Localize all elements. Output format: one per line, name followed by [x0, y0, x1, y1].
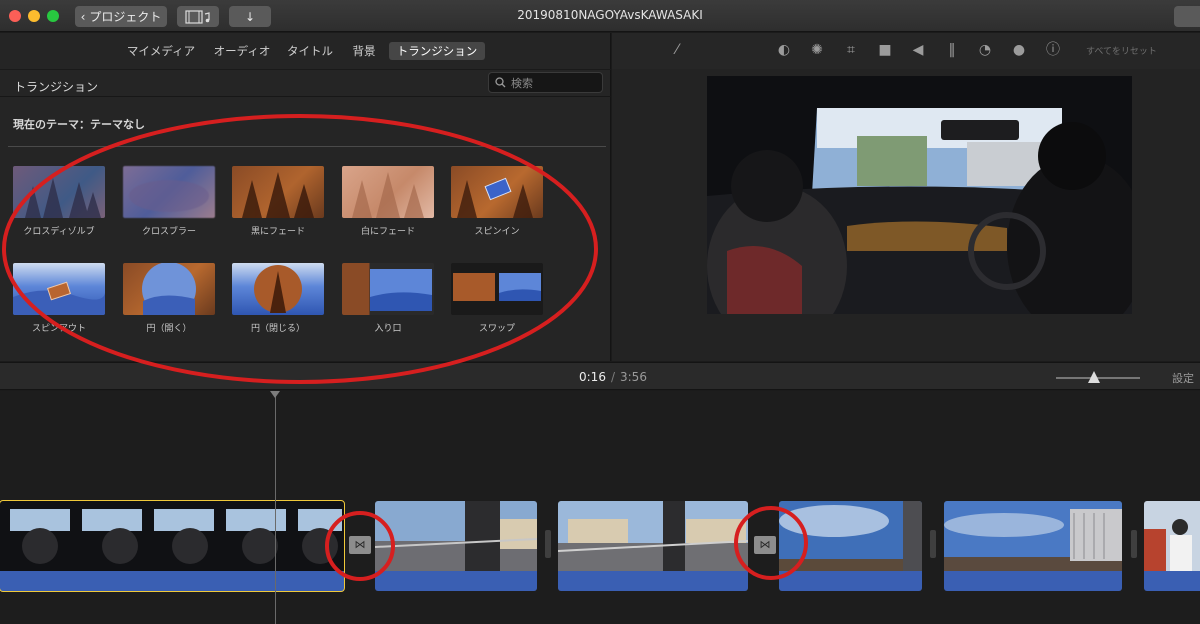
down-arrow-icon: ↓: [244, 9, 256, 24]
panel-title: トランジション: [14, 80, 99, 94]
search-input[interactable]: 検索: [488, 72, 603, 93]
magic-wand-icon[interactable]: ⁄: [668, 41, 686, 59]
timeline-clip-people[interactable]: [1144, 501, 1200, 591]
timeline-clip-sky[interactable]: [779, 501, 922, 591]
clip-video-strip: [944, 501, 1122, 571]
browser-tabs: マイメディア オーディオ タイトル 背景 トランジション: [0, 33, 611, 67]
clip-video-strip: [558, 501, 748, 571]
video-preview[interactable]: [707, 76, 1132, 314]
import-button[interactable]: ↓: [229, 6, 271, 27]
clip-handle[interactable]: [930, 530, 936, 558]
crop-icon[interactable]: ⌗: [842, 41, 860, 59]
bowtie-transition-icon[interactable]: ⋈: [754, 536, 776, 554]
timeline-clip-car-interior[interactable]: [0, 500, 345, 592]
transition-label: 円（開く）: [146, 324, 192, 334]
timeline-clip-stadium-walk[interactable]: [558, 501, 748, 591]
camera-icon[interactable]: ■: [876, 41, 894, 59]
color-balance-icon[interactable]: ◐: [775, 41, 793, 59]
speed-gauge-icon[interactable]: ◔: [976, 41, 994, 59]
transition-thumb-swap[interactable]: [451, 263, 543, 315]
transition-label: スピンアウト: [31, 324, 86, 334]
reset-all-button[interactable]: すべてをリセット: [1086, 44, 1157, 57]
total-duration: 3:56: [620, 370, 647, 384]
back-label: プロジェクト: [89, 10, 162, 24]
transition-label: 白にフェード: [360, 227, 415, 237]
clip-audio-waveform: [944, 571, 1122, 591]
panel-header: トランジション 検索: [0, 69, 611, 97]
clip-video-strip: [375, 501, 537, 571]
title-bar: ‹ プロジェクト ↓ 20190810NAGOYAvsKAWASAKI: [0, 0, 1200, 32]
tab-transitions[interactable]: トランジション: [389, 42, 485, 60]
current-time: 0:16: [579, 370, 606, 384]
close-window-button[interactable]: [9, 10, 21, 22]
bowtie-transition-icon[interactable]: ⋈: [349, 536, 371, 554]
timeline-clip-crowd-stadium[interactable]: [944, 501, 1122, 591]
clip-audio-waveform: [558, 571, 748, 591]
info-icon[interactable]: ⓘ: [1044, 41, 1062, 59]
transition-thumb-circle-open[interactable]: [123, 263, 215, 315]
search-icon: [495, 77, 506, 88]
tab-audio[interactable]: オーディオ: [210, 42, 274, 60]
time-bar: 0:16 / 3:56 設定: [0, 362, 1200, 390]
settings-button[interactable]: 設定: [1172, 370, 1194, 386]
tab-backgrounds[interactable]: 背景: [346, 42, 382, 60]
clip-video-strip: [1144, 501, 1200, 571]
share-button[interactable]: [1174, 6, 1200, 27]
clip-audio-waveform: [779, 571, 922, 591]
theme-divider: [8, 146, 606, 147]
clip-handle[interactable]: [545, 530, 551, 558]
transition-label: クロスブラー: [141, 227, 196, 237]
transition-thumb-fade-to-black[interactable]: [232, 166, 324, 218]
transition-label: 円（閉じる）: [250, 324, 305, 334]
time-separator: /: [610, 370, 615, 384]
clip-handle[interactable]: [1131, 530, 1137, 558]
transition-label: クロスディゾルブ: [23, 227, 95, 237]
window-title: 20190810NAGOYAvsKAWASAKI: [517, 8, 703, 22]
chevron-left-icon: ‹: [80, 9, 86, 24]
transition-label: スピンイン: [474, 227, 520, 237]
clip-audio-waveform: [1144, 571, 1200, 591]
film-music-icon: [185, 9, 210, 24]
transition-thumb-spin-out[interactable]: [13, 263, 105, 315]
tab-my-media[interactable]: マイメディア: [124, 42, 198, 60]
transition-label: 黒にフェード: [250, 227, 305, 237]
timeline-clip-walkway[interactable]: [375, 501, 537, 591]
projects-back-button[interactable]: ‹ プロジェクト: [75, 6, 167, 27]
clip-audio-waveform: [0, 571, 344, 591]
transition-thumb-spin-in[interactable]: [451, 166, 543, 218]
transition-thumb-cross-dissolve[interactable]: [13, 166, 105, 218]
transition-label: スワップ: [478, 324, 515, 334]
clip-video-strip: [779, 501, 922, 571]
current-theme-label: 現在のテーマ：テーマなし: [13, 118, 145, 131]
playhead[interactable]: [275, 391, 276, 624]
filter-icon[interactable]: ●: [1010, 41, 1028, 59]
transition-label: 入り口: [374, 324, 402, 334]
transition-thumb-fade-to-white[interactable]: [342, 166, 434, 218]
search-placeholder: 検索: [511, 76, 533, 90]
zoom-slider-knob[interactable]: [1087, 371, 1100, 383]
playhead-handle[interactable]: [270, 391, 280, 398]
transition-thumb-doorway[interactable]: [342, 263, 434, 315]
media-browser-button[interactable]: [177, 6, 219, 27]
equalizer-icon[interactable]: ‖: [943, 41, 961, 59]
palette-icon[interactable]: ✺: [808, 41, 826, 59]
volume-icon[interactable]: ◀: [909, 41, 927, 59]
clip-video-strip: [0, 501, 344, 571]
transition-thumb-circle-close[interactable]: [232, 263, 324, 315]
minimize-window-button[interactable]: [28, 10, 40, 22]
transition-thumb-cross-blur[interactable]: [123, 166, 215, 218]
zoom-window-button[interactable]: [47, 10, 59, 22]
tab-titles[interactable]: タイトル: [284, 42, 336, 60]
timecode: 0:16 / 3:56: [579, 370, 647, 384]
clip-audio-waveform: [375, 571, 537, 591]
